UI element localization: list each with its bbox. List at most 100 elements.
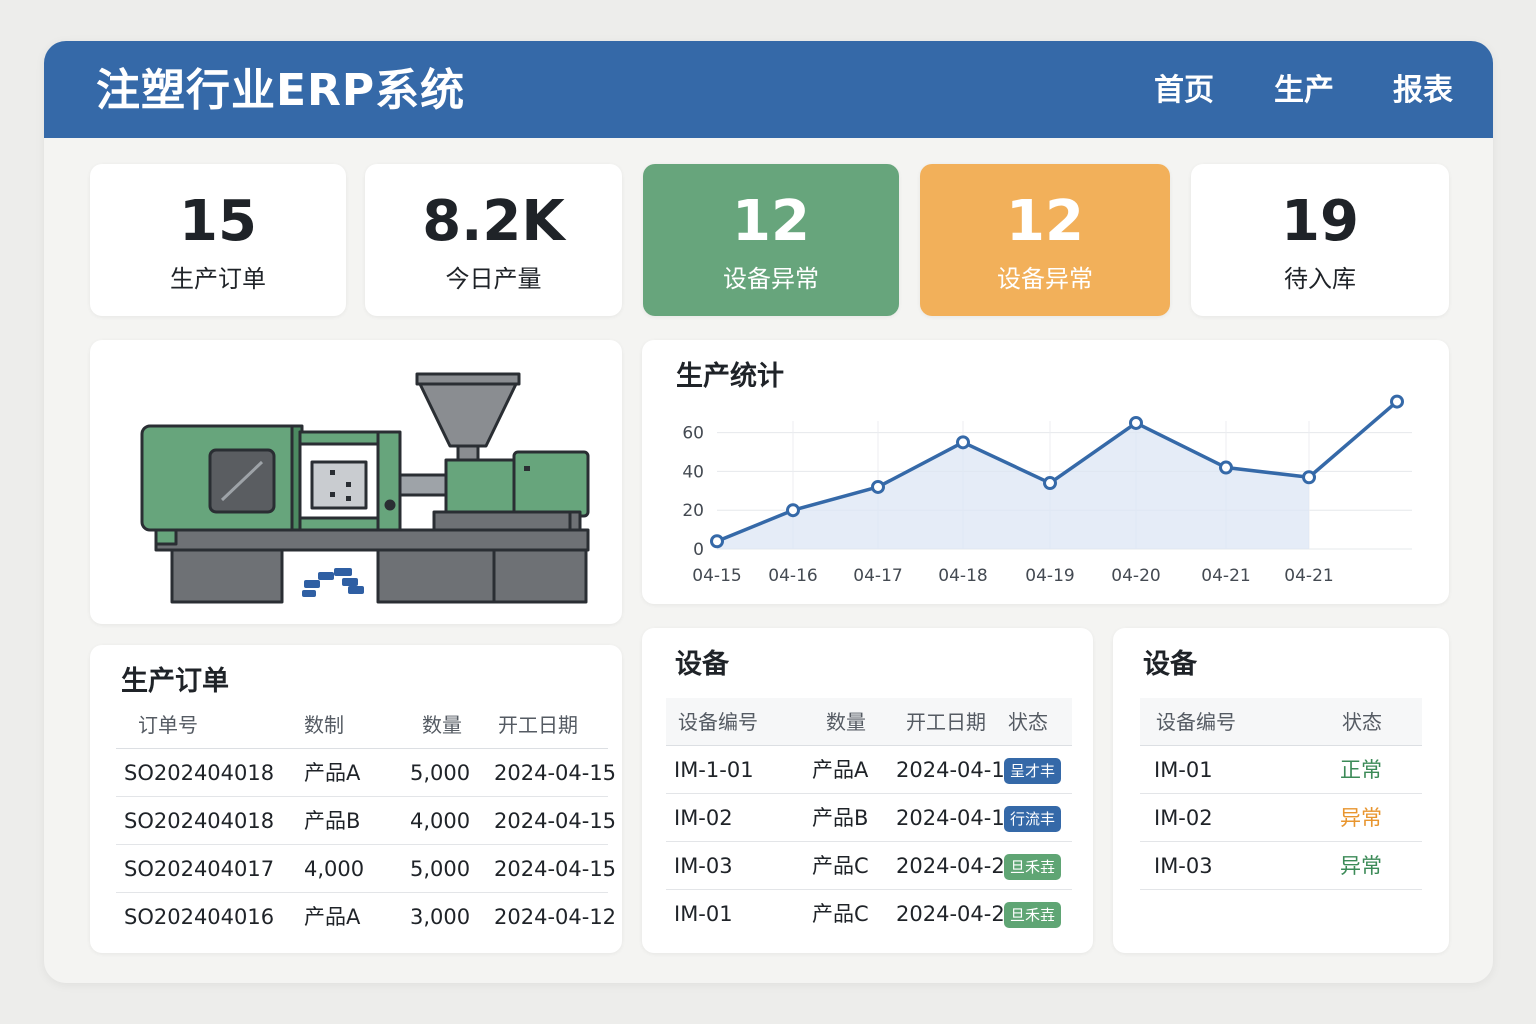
machine-illustration-card [90,340,622,624]
orders-title: 生产订单 [121,666,229,697]
order-product: 产品A [304,761,361,785]
y-tick-label: 0 [693,540,704,560]
table-header: 设备编号 数量 开工日期 状态 [666,698,1072,746]
y-tick-label: 20 [682,501,704,521]
table-row[interactable]: IM-1-01 产品A 2024-04-19 呈才丰 [666,746,1072,794]
equipment-status: 异常 [1340,806,1382,830]
table-header: 设备编号 状态 [1140,698,1422,746]
col-status: 状态 [1342,710,1382,734]
table-row[interactable]: IM-03 产品C 2024-04-21 旦禾壵 [666,842,1072,890]
order-date: 2024-04-15 [494,857,617,881]
table-header: 订单号 数制 数量 开工日期 [116,701,608,749]
data-point [1390,394,1404,409]
table-row[interactable]: SO202404016 产品A 3,000 2024-04-12 [116,893,616,941]
equipment-date: 2024-04-19 [896,758,1006,782]
nav-production[interactable]: 生产 [1274,71,1334,111]
order-no: SO202404018 [124,809,275,833]
app-window: 注塑行业ERP系统 首页 生产 报表 15 生产订单 8.2K 今日产量 12 … [44,41,1493,983]
header-bar: 注塑行业ERP系统 首页 生产 报表 [44,41,1493,138]
data-point [1219,460,1233,475]
order-qty: 3,000 [410,905,471,929]
table-row[interactable]: IM-01 正常 [1140,746,1422,794]
equipment-id: IM-01 [1154,758,1213,782]
kpi-card-orders[interactable]: 15 生产订单 [90,164,346,316]
x-tick-label: 04-20 [1111,566,1160,586]
equipment-id: IM-01 [674,902,733,926]
kpi-label: 生产订单 [170,265,266,293]
order-product: 产品B [304,809,361,833]
order-date: 2024-04-15 [494,761,617,785]
col-order-no: 订单号 [138,713,198,737]
equipment-title: 设备 [675,649,729,680]
order-no: SO202404017 [124,857,275,881]
data-point [1043,476,1057,491]
kpi-label: 待入库 [1284,265,1356,293]
equipment-date: 2024-04-21 [896,902,1006,926]
x-tick-label: 04-16 [768,566,817,586]
x-tick-label: 04-18 [938,566,987,586]
table-row[interactable]: SO202404017 4,000 5,000 2024-04-15 [116,845,616,893]
order-product: 4,000 [304,857,365,881]
col-equipment-id: 设备编号 [1156,710,1236,734]
order-date: 2024-04-12 [494,905,617,929]
app-title: 注塑行业ERP系统 [96,65,466,116]
equipment-status-title: 设备 [1143,649,1197,680]
kpi-label: 设备异常 [723,265,819,293]
table-row[interactable]: SO202404018 产品A 5,000 2024-04-15 [116,749,616,797]
col-qty: 数量 [422,713,462,737]
table-row[interactable]: IM-01 产品C 2024-04-21 旦禾壵 [666,890,1072,938]
x-tick-label: 04-17 [853,566,902,586]
x-tick-label: 04-21 [1284,566,1333,586]
area-fill [717,422,1309,549]
equipment-id: IM-03 [1154,854,1213,878]
x-tick-label: 04-21 [1201,566,1250,586]
data-point [871,479,885,494]
table-row[interactable]: IM-02 异常 [1140,794,1422,842]
y-tick-label: 40 [682,462,704,482]
data-point [956,435,970,450]
injection-molding-machine-icon [140,372,590,604]
table-row[interactable]: IM-03 异常 [1140,842,1422,890]
kpi-value: 8.2K [422,189,565,254]
kpi-value: 15 [179,189,257,254]
kpi-card-equipment-alarm-green[interactable]: 12 设备异常 [643,164,899,316]
order-qty: 5,000 [410,761,471,785]
equipment-product: 产品C [812,902,869,926]
col-start-date: 开工日期 [498,713,578,737]
equipment-product: 产品A [812,758,869,782]
equipment-id: IM-02 [1154,806,1213,830]
order-date: 2024-04-15 [494,809,617,833]
kpi-label: 今日产量 [445,265,542,293]
equipment-id: IM-03 [674,854,733,878]
col-status: 状态 [1008,710,1048,734]
equipment-status-card: 设备 设备编号 状态 IM-01 正常 IM-02 异常 IM-03 异常 [1113,628,1449,953]
status-badge: 旦禾壵 [1004,854,1062,880]
kpi-card-pending-storage[interactable]: 19 待入库 [1191,164,1449,316]
kpi-card-output[interactable]: 8.2K 今日产量 [365,164,622,316]
order-no: SO202404018 [124,761,275,785]
col-qty: 数量 [826,710,866,734]
kpi-value: 12 [732,189,810,254]
order-no: SO202404016 [124,905,275,929]
x-tick-label: 04-19 [1025,566,1074,586]
data-point [1302,470,1316,485]
kpi-label: 设备异常 [997,265,1093,293]
nav-home[interactable]: 首页 [1154,71,1214,111]
production-stats-card: 生产统计 0 20 40 60 04-15 04-16 04-17 04-18 04-19 04-… [642,340,1449,604]
kpi-value: 19 [1281,189,1359,254]
equipment-date: 2024-04-21 [896,854,1006,878]
kpi-value: 12 [1006,189,1084,254]
equipment-status: 正常 [1340,758,1382,782]
data-point [786,503,800,518]
orders-card: 生产订单 订单号 数制 数量 开工日期 SO202404018 产品A 5,00… [90,645,622,953]
status-badge: 行流丰 [1004,806,1062,832]
data-point [1129,415,1143,430]
col-start-date: 开工日期 [906,710,986,734]
col-equipment-id: 设备编号 [678,710,758,734]
table-row[interactable]: IM-02 产品B 2024-04-19 行流丰 [666,794,1072,842]
order-qty: 4,000 [410,809,471,833]
col-type: 数制 [304,713,344,737]
table-row[interactable]: SO202404018 产品B 4,000 2024-04-15 [116,797,616,845]
nav-reports[interactable]: 报表 [1393,71,1453,111]
kpi-card-equipment-alarm-orange[interactable]: 12 设备异常 [920,164,1170,316]
